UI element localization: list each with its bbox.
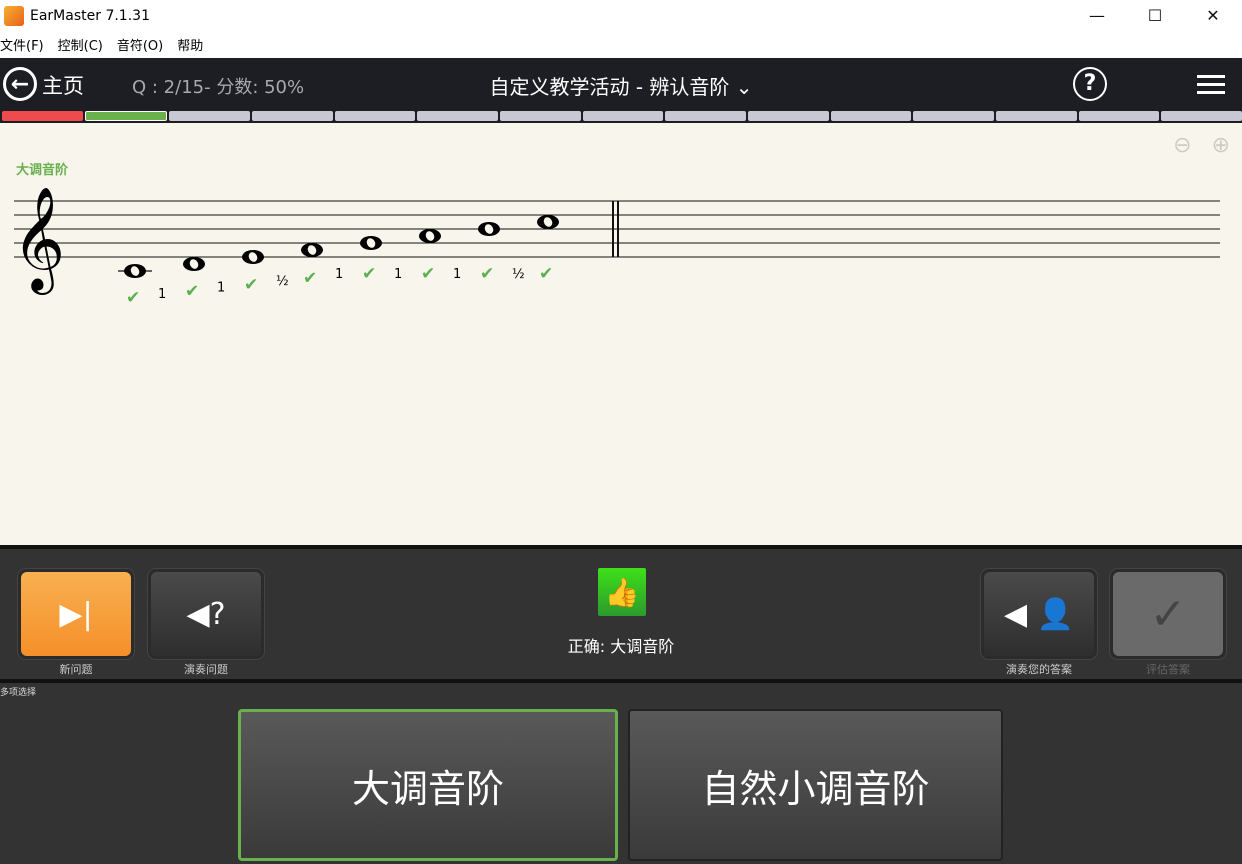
- menu-control[interactable]: 控制(C): [58, 35, 103, 57]
- progress-segment: [2, 111, 83, 121]
- progress-segment: [665, 111, 746, 121]
- correct-check-icon: ✔: [421, 264, 435, 284]
- correct-check-icon: ✔: [244, 275, 258, 295]
- menu-help[interactable]: 帮助: [177, 35, 203, 57]
- interval-label: 1: [335, 267, 343, 282]
- progress-segment: [748, 111, 829, 121]
- play-answer-label: 演奏您的答案: [981, 661, 1097, 677]
- interval-label: ½: [512, 267, 525, 282]
- interval-label: 1: [453, 267, 461, 282]
- app-title: EarMaster 7.1.31: [30, 8, 150, 24]
- question-progress-bar: [0, 110, 1242, 123]
- minimize-button[interactable]: —: [1068, 0, 1126, 30]
- progress-segment: [583, 111, 664, 121]
- progress-segment: [1079, 111, 1160, 121]
- correct-check-icon: ✔: [303, 269, 317, 289]
- speaker-person-icon: ◀ 👤: [984, 572, 1094, 656]
- answer-option-natural-minor[interactable]: 自然小调音阶: [628, 709, 1003, 861]
- interval-label: 1: [394, 267, 402, 282]
- interval-label: 1: [158, 287, 166, 302]
- progress-segment: [913, 111, 994, 121]
- treble-clef-icon: 𝄞: [12, 186, 65, 295]
- correct-check-icon: ✔: [126, 288, 140, 308]
- progress-segment: [500, 111, 581, 121]
- correct-check-icon: ✔: [539, 264, 553, 284]
- menu-bar: 文件(F) 控制(C) 音符(O) 帮助: [0, 35, 217, 57]
- top-nav: ← 主页 Q : 2/15- 分数: 50% 自定义教学活动 - 辨认音阶 ⌄ …: [0, 58, 1242, 110]
- close-button[interactable]: ✕: [1184, 0, 1242, 30]
- correct-check-icon: ✔: [362, 264, 376, 284]
- progress-segment: [1161, 111, 1242, 121]
- evaluate-answer-button[interactable]: ✓: [1110, 569, 1226, 659]
- progress-segment: [996, 111, 1077, 121]
- interval-label: 1: [217, 281, 225, 296]
- evaluate-answer-label: 评估答案: [1110, 661, 1226, 677]
- activity-title-dropdown[interactable]: 自定义教学活动 - 辨认音阶 ⌄: [0, 71, 1242, 100]
- checkmark-icon: ✓: [1113, 572, 1223, 656]
- menu-file[interactable]: 文件(F): [0, 35, 44, 57]
- app-icon: [4, 6, 24, 26]
- progress-segment: [831, 111, 912, 121]
- help-icon[interactable]: ?: [1073, 67, 1107, 101]
- progress-segment: [417, 111, 498, 121]
- maximize-button[interactable]: ☐: [1126, 0, 1184, 30]
- progress-segment: [85, 111, 168, 121]
- progress-segment: [169, 111, 250, 121]
- progress-segment: [252, 111, 333, 121]
- progress-segment: [335, 111, 416, 121]
- score-area: ⊖ ⊕ 大调音阶 𝄞✔✔✔✔✔✔✔✔11½111½: [0, 123, 1242, 545]
- play-question-label: 演奏问题: [148, 661, 264, 677]
- hamburger-menu-icon[interactable]: [1197, 75, 1225, 99]
- interval-label: ½: [276, 274, 289, 289]
- answer-panel: 多项选择 大调音阶 自然小调音阶: [0, 683, 1242, 864]
- correct-check-icon: ✔: [480, 264, 494, 284]
- title-bar: EarMaster 7.1.31 — ☐ ✕: [0, 0, 1242, 32]
- multiple-choice-label: 多项选择: [0, 685, 36, 698]
- answer-option-major[interactable]: 大调音阶: [238, 709, 618, 861]
- play-answer-button[interactable]: ◀ 👤: [981, 569, 1097, 659]
- correct-check-icon: ✔: [185, 282, 199, 302]
- thumbs-up-icon: 👍: [598, 568, 646, 616]
- new-question-label: 新问题: [18, 661, 134, 677]
- menu-notes[interactable]: 音符(O): [117, 35, 163, 57]
- music-staff: 𝄞 ✔ ✔ ✔ ✔ ✔ ✔ ✔ ✔ 1 1 ½ 1 1 1 ½: [0, 123, 1242, 423]
- control-panel: ▶| 新问题 ◀? 演奏问题 👍 正确: 大调音阶 ◀ 👤 演奏您的答案 ✓ 评…: [0, 545, 1242, 683]
